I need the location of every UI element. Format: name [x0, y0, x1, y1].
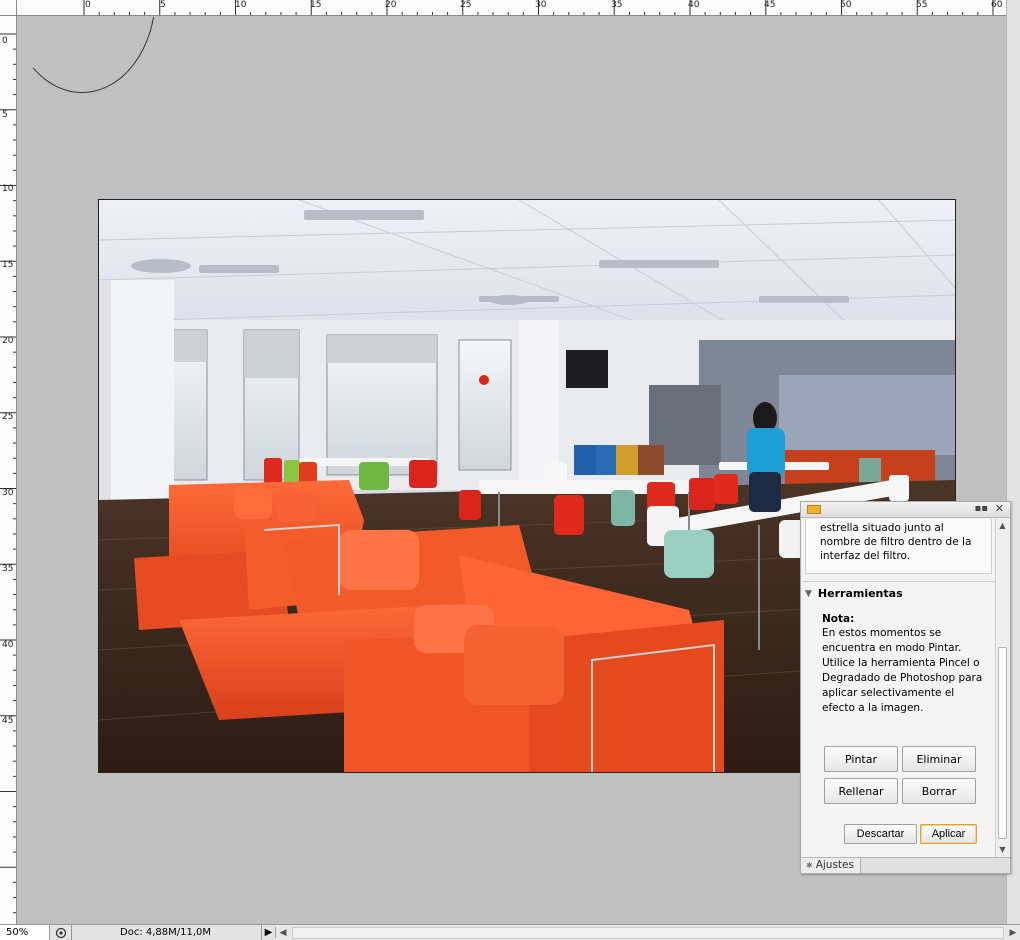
- elliptical-selection[interactable]: [18, 17, 156, 93]
- ruler-ticks-left: [0, 33, 16, 914]
- ruler-label: 10: [2, 184, 14, 194]
- vertical-ruler[interactable]: 0 5 10 15 20 25 30 35 40 45: [0, 16, 17, 924]
- horizontal-scrollbar[interactable]: ◀ ▶: [276, 924, 1020, 940]
- panel-app-icon: [807, 505, 821, 514]
- tab-ajustes-label: Ajustes: [815, 859, 854, 871]
- ruler-label: 40: [688, 0, 700, 10]
- collapse-triangle-icon[interactable]: ▼: [805, 589, 812, 599]
- ruler-label: 60: [991, 0, 1003, 10]
- ruler-label: 55: [916, 0, 928, 10]
- panel-help-text: estrella situado junto al nombre de filt…: [805, 519, 992, 574]
- ruler-label: 15: [2, 260, 14, 270]
- ruler-label: 15: [310, 0, 322, 10]
- scroll-right-icon[interactable]: ▶: [1006, 928, 1020, 938]
- scroll-up-icon[interactable]: ▲: [996, 519, 1009, 533]
- ruler-label: 35: [611, 0, 623, 10]
- section-title: Herramientas: [817, 587, 903, 600]
- section-header-herramientas[interactable]: ▼ Herramientas: [802, 581, 995, 600]
- eliminar-button[interactable]: Eliminar: [902, 746, 976, 772]
- ruler-label: 30: [535, 0, 547, 10]
- ruler-label: 30: [2, 488, 14, 498]
- close-icon[interactable]: ✕: [995, 502, 1004, 515]
- ruler-label: 45: [764, 0, 776, 10]
- pintar-button[interactable]: Pintar: [824, 746, 898, 772]
- note-label: Nota:: [822, 613, 855, 625]
- panel-scroll-thumb[interactable]: [998, 647, 1007, 839]
- ruler-label: 50: [840, 0, 852, 10]
- panel-tab-bar: ✱ Ajustes: [802, 857, 1010, 873]
- status-bar: 50% Doc: 4,88M/11,0M ▶ ◀ ▶: [0, 924, 1020, 940]
- ruler-label: 5: [160, 0, 166, 10]
- ruler-label: 20: [385, 0, 397, 10]
- panel-scrollbar[interactable]: ▲ ▼: [995, 519, 1009, 857]
- ruler-label: 5: [2, 110, 8, 120]
- note-text: En estos momentos se encuentra en modo P…: [822, 627, 983, 714]
- ruler-ticks-top: [83, 0, 994, 15]
- filter-panel: ▪▪ ✕ estrella situado junto al nombre de…: [800, 501, 1011, 874]
- horizontal-scroll-track[interactable]: [292, 926, 1004, 939]
- scroll-down-icon[interactable]: ▼: [996, 843, 1009, 857]
- zoom-options-icon[interactable]: [50, 924, 72, 940]
- aplicar-button[interactable]: Aplicar: [920, 824, 977, 844]
- tab-ajustes[interactable]: ✱ Ajustes: [802, 858, 861, 873]
- minimize-icon[interactable]: ▪▪: [974, 503, 988, 514]
- rellenar-button[interactable]: Rellenar: [824, 778, 898, 804]
- panel-content: estrella situado junto al nombre de filt…: [802, 519, 995, 857]
- borrar-button[interactable]: Borrar: [902, 778, 976, 804]
- ruler-label: 40: [2, 640, 14, 650]
- ruler-label: 25: [460, 0, 472, 10]
- descartar-button[interactable]: Descartar: [844, 824, 917, 844]
- ruler-label: 20: [2, 336, 14, 346]
- scroll-left-icon[interactable]: ◀: [276, 928, 290, 938]
- document-size-info: Doc: 4,88M/11,0M: [72, 925, 262, 940]
- status-menu-arrow[interactable]: ▶: [262, 927, 276, 938]
- ruler-label: 0: [85, 0, 91, 10]
- tab-grip-icon: ✱: [806, 861, 813, 870]
- ruler-label: 25: [2, 412, 14, 422]
- ruler-label: 10: [235, 0, 247, 10]
- zoom-level-field[interactable]: 50%: [0, 924, 50, 940]
- horizontal-ruler[interactable]: 0 5 10 15 20 25 30 35 40 45 50 55 60: [0, 0, 1006, 16]
- panel-title-bar[interactable]: ▪▪ ✕: [801, 502, 1010, 518]
- ruler-label: 45: [2, 716, 14, 726]
- ruler-origin[interactable]: [0, 0, 17, 16]
- ruler-label: 35: [2, 564, 14, 574]
- ruler-label: 0: [2, 36, 8, 46]
